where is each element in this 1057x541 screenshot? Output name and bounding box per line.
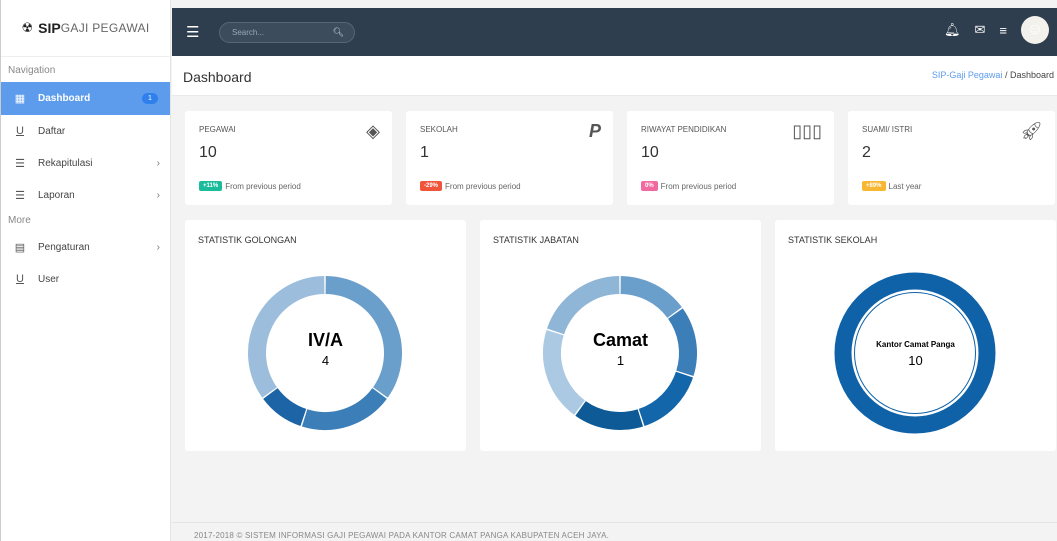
page-header: Dashboard SIP-Gaji Pegawai / Dashboard [172, 56, 1057, 96]
donut-segment[interactable] [301, 387, 387, 430]
page-title: Dashboard [183, 69, 252, 85]
breadcrumb-separator: / [1004, 70, 1008, 80]
stat-foot-text: From previous period [660, 181, 737, 191]
rocket-icon: 🚀︎ [1020, 121, 1043, 141]
radiation-icon: ☢ [21, 20, 34, 35]
sidebar-item-dashboard[interactable]: ▦ Dashboard 1 [1, 82, 170, 115]
stat-value: 2 [862, 144, 871, 161]
sidebar: ☢ SIP GAJI PEGAWAI Navigation ▦ Dashboar… [0, 0, 171, 541]
chevron-right-icon: › [156, 157, 160, 169]
chart-center-label: IV/A [307, 330, 343, 350]
stat-card-sekolah: SEKOLAH P 1 -29% From previous period [406, 111, 613, 205]
underline-u-icon: U [16, 273, 24, 285]
search-placeholder: Search... [232, 28, 265, 37]
breadcrumb-link[interactable]: SIP-Gaji Pegawai [932, 70, 1003, 80]
donut-segment[interactable] [547, 276, 620, 335]
chart-center-value: 1 [616, 353, 625, 368]
donut-segment[interactable] [620, 276, 682, 319]
donut-chart-sekolah[interactable] [775, 220, 1056, 451]
nav-section-navigation: Navigation [8, 65, 56, 76]
chart-card-sekolah: STATISTIK SEKOLAH Kantor Camat Panga 10 [775, 220, 1056, 451]
stat-card-riwayat-pendidikan: RIWAYAT PENDIDIKAN ▯▯▯ 10 0% From previo… [627, 111, 834, 205]
stat-badge: -29% [420, 181, 443, 191]
chart-center-value: 4 [321, 353, 330, 368]
sidebar-item-pengaturan[interactable]: ▤ Pengaturan › [1, 231, 170, 263]
brand-name-light: GAJI PEGAWAI [60, 21, 150, 35]
avatar[interactable]: ☺ [1021, 16, 1049, 44]
sidebar-item-user[interactable]: U User [1, 263, 170, 295]
sidebar-item-rekapitulasi[interactable]: ☰ Rekapitulasi › [1, 147, 170, 179]
topbar-icons: 🔔︎ ✉ ≡ ☺ [944, 16, 1049, 44]
breadcrumb-current: Dashboard [1009, 70, 1054, 80]
dashboard-icon: ▦ [14, 93, 26, 105]
stat-foot-text: From previous period [225, 181, 301, 191]
brand-name-bold: SIP [38, 20, 61, 36]
stat-foot-text: Last year [888, 181, 922, 191]
stat-value: 1 [420, 144, 429, 161]
sidebar-badge: 1 [142, 93, 158, 104]
chart-card-jabatan: STATISTIK JABATAN Camat 1 [480, 220, 761, 451]
chart-center-label: Camat [592, 330, 649, 350]
breadcrumb: SIP-Gaji Pegawai / Dashboard [932, 70, 1054, 80]
underline-u-icon: U [16, 125, 24, 137]
hamburger-menu-icon[interactable]: ☰ [186, 23, 199, 41]
nav-section-more: More [8, 215, 31, 226]
topbar: ☰ Search... 🔍︎ 🔔︎ ✉ ≡ ☺ [172, 8, 1057, 56]
stat-label: RIWAYAT PENDIDIKAN [641, 125, 727, 134]
chevron-right-icon: › [156, 189, 160, 201]
stat-footer: +11% From previous period [199, 181, 301, 191]
chart-card-golongan: STATISTIK GOLONGAN IV/A 4 [185, 220, 466, 451]
sidebar-item-label: Laporan [38, 189, 75, 201]
stat-foot-text: From previous period [445, 181, 521, 191]
donut-segment[interactable] [263, 387, 307, 426]
chevron-right-icon: › [156, 241, 160, 253]
search-icon[interactable]: 🔍︎ [333, 27, 344, 38]
stat-footer: +89% Last year [862, 181, 921, 191]
stat-badge: +11% [199, 181, 223, 191]
footer: 2017-2018 © SISTEM INFORMASI GAJI PEGAWA… [172, 522, 1057, 541]
table-icon: ▤ [14, 241, 26, 254]
paypal-icon: P [588, 121, 601, 141]
menu-icon[interactable]: ≡ [999, 23, 1007, 38]
stat-value: 10 [641, 144, 659, 161]
stat-badge: +89% [862, 181, 886, 191]
layers-icon: ◈ [366, 121, 380, 141]
sidebar-item-laporan[interactable]: ☰ Laporan › [1, 179, 170, 211]
list-icon: ☰ [15, 157, 25, 170]
stat-label: SEKOLAH [420, 125, 458, 134]
bell-icon[interactable]: 🔔︎ [944, 22, 961, 38]
sidebar-item-label: Pengaturan [38, 241, 90, 253]
mail-icon[interactable]: ✉ [975, 22, 986, 38]
sidebar-item-label: Rekapitulasi [38, 157, 93, 169]
bar-chart-icon: ▯▯▯ [792, 121, 822, 141]
chart-center-label: Kantor Camat Panga [876, 340, 955, 349]
sidebar-item-label: User [38, 273, 60, 285]
stat-footer: 0% From previous period [641, 181, 736, 191]
sidebar-item-label: Daftar [38, 125, 66, 137]
stat-card-pegawai: PEGAWAI ◈ 10 +11% From previous period [185, 111, 392, 205]
stat-footer: -29% From previous period [420, 181, 521, 191]
search-input[interactable]: Search... 🔍︎ [219, 22, 355, 43]
donut-segment[interactable] [638, 371, 693, 426]
list-icon: ☰ [15, 189, 25, 202]
sidebar-item-label: Dashboard [38, 93, 91, 104]
stat-label: PEGAWAI [199, 125, 236, 134]
stat-badge: 0% [641, 181, 658, 191]
stat-label: SUAMI/ ISTRI [862, 125, 913, 134]
brand-logo[interactable]: ☢ SIP GAJI PEGAWAI [1, 0, 170, 57]
donut-segment[interactable] [575, 400, 644, 430]
stat-value: 10 [199, 144, 217, 161]
sidebar-item-daftar[interactable]: U Daftar [1, 115, 170, 147]
chart-center-value: 10 [908, 353, 923, 368]
stat-card-suami-istri: SUAMI/ ISTRI 🚀︎ 2 +89% Last year [848, 111, 1055, 205]
